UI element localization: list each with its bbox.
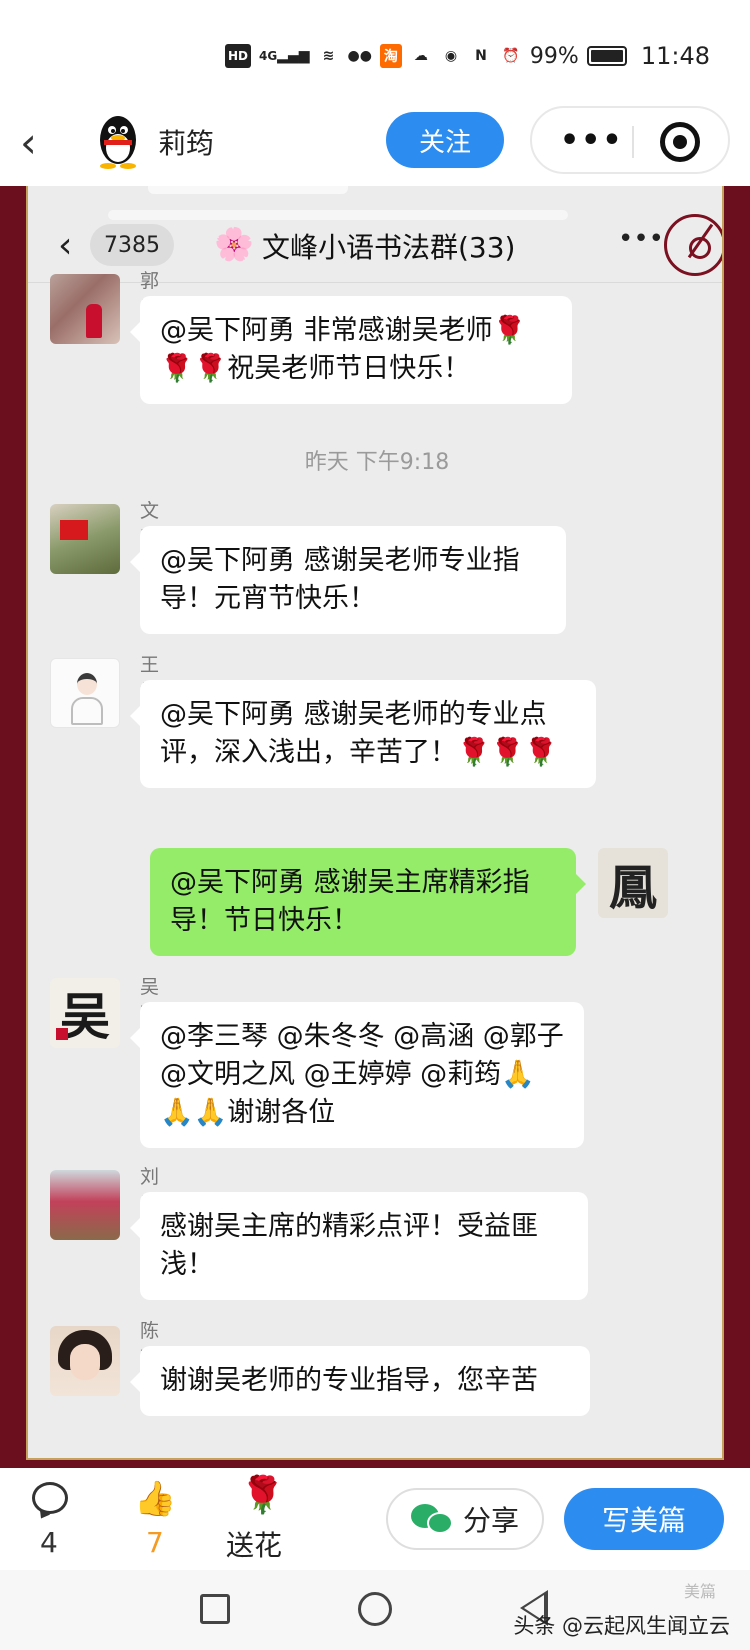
comment-count[interactable]: 4 bbox=[40, 1526, 58, 1559]
qq-penguin-avatar[interactable] bbox=[92, 110, 144, 170]
home-button[interactable] bbox=[358, 1592, 392, 1626]
recent-apps-button[interactable] bbox=[200, 1594, 230, 1624]
avatar: 吴 bbox=[50, 978, 120, 1048]
message-bubble: @吴下阿勇 非常感谢吴老师🌹🌹🌹祝吴老师节日快乐！ bbox=[130, 296, 572, 404]
wechat-bubble bbox=[426, 1512, 453, 1534]
avatar-face bbox=[70, 1344, 100, 1380]
group-title: 文峰小语书法群(33) bbox=[262, 231, 516, 264]
wifi-icon: ≋ bbox=[322, 48, 335, 64]
write-article-button[interactable]: 写美篇 bbox=[564, 1488, 724, 1550]
avatar-head bbox=[77, 673, 97, 695]
clock: 11:48 bbox=[640, 42, 710, 70]
back-button[interactable]: ‹ bbox=[20, 118, 60, 168]
avatar bbox=[50, 1326, 120, 1396]
eye-icon: ◉ bbox=[444, 48, 458, 64]
share-button[interactable]: 分享 bbox=[386, 1488, 544, 1550]
send-flower-button[interactable]: 送花 bbox=[226, 1524, 282, 1564]
message-bubble: @吴下阿勇 感谢吴主席精彩指导！节日快乐！ bbox=[150, 848, 586, 956]
status-icons: HD 4G ▂▄▆ ≋ ●● 淘 ☁ ◉ N ⏰ 99% 11:48 bbox=[224, 36, 710, 76]
wechat-icon bbox=[410, 1502, 455, 1536]
avatar bbox=[50, 1170, 120, 1240]
nfc-icon: N bbox=[475, 48, 487, 64]
battery-icon bbox=[586, 46, 627, 66]
system-nav-bar: 美篇 头条 @云起风生闻立云 bbox=[0, 1570, 750, 1650]
avatar-body bbox=[71, 697, 103, 725]
cherry-blossom-icon: 🌸 bbox=[214, 225, 254, 263]
article-image-frame: ‹ 7385 🌸 文峰小语书法群(33) ••• 郭春霞 @吴下阿勇 非常感谢吴… bbox=[0, 186, 750, 1468]
cloud-icon: ☁ bbox=[413, 48, 428, 64]
alarm-icon: ⏰ bbox=[502, 48, 520, 64]
signal-icon: 4G ▂▄▆ bbox=[258, 48, 310, 64]
seal-stamp-icon bbox=[664, 214, 722, 276]
message-timestamp: 昨天 下午9:18 bbox=[304, 450, 450, 475]
chat-screenshot[interactable]: ‹ 7385 🌸 文峰小语书法群(33) ••• 郭春霞 @吴下阿勇 非常感谢吴… bbox=[26, 186, 724, 1460]
ghost-bubble bbox=[108, 210, 568, 220]
miniapp-capsule: ••• bbox=[530, 106, 730, 174]
author-name[interactable]: 莉筠 bbox=[158, 122, 214, 162]
message-bubble: 谢谢吴老师的专业指导，您辛苦 bbox=[130, 1346, 590, 1416]
rose-icon[interactable]: 🌹 bbox=[240, 1476, 285, 1516]
avatar bbox=[50, 504, 120, 574]
capsule-divider bbox=[632, 126, 634, 158]
comment-icon[interactable] bbox=[32, 1482, 68, 1514]
message-bubble: @李三琴 @朱冬冬 @高涵 @郭子 @文明之风 @王婷婷 @莉筠🙏🙏🙏谢谢各位 bbox=[130, 1002, 584, 1148]
message-bubble: @吴下阿勇 感谢吴老师的专业点评，深入浅出，辛苦了！🌹🌹🌹 bbox=[130, 680, 596, 788]
message-bubble: @吴下阿勇 感谢吴老师专业指导！元宵节快乐！ bbox=[130, 526, 566, 634]
status-bar: HD 4G ▂▄▆ ≋ ●● 淘 ☁ ◉ N ⏰ 99% 11:48 bbox=[0, 0, 750, 100]
avatar bbox=[50, 274, 120, 344]
meipian-logo: 美篇 bbox=[683, 1582, 716, 1601]
network-type: 4G bbox=[258, 49, 278, 63]
close-miniapp-icon[interactable] bbox=[660, 122, 700, 162]
avatar-figure bbox=[86, 304, 102, 338]
avatar: 鳳 bbox=[598, 848, 668, 918]
flag-icon bbox=[60, 520, 88, 540]
chat-back-icon: ‹ bbox=[58, 225, 73, 266]
hd-icon: HD bbox=[224, 44, 251, 68]
thumbs-up-icon[interactable]: 👍 bbox=[134, 1480, 176, 1518]
unread-count-badge: 7385 bbox=[90, 224, 174, 266]
article-header: ‹ 莉筠 关注 ••• bbox=[0, 100, 750, 190]
more-menu-button[interactable]: ••• bbox=[560, 126, 624, 156]
chat-header: ‹ 7385 🌸 文峰小语书法群(33) ••• bbox=[28, 186, 722, 282]
wechat-notification-icon: ●● bbox=[347, 48, 372, 64]
divider bbox=[28, 282, 722, 283]
toutiao-watermark: 头条 @云起风生闻立云 bbox=[513, 1614, 730, 1638]
ghost-bubble bbox=[148, 186, 348, 194]
article-action-bar: 4 👍 7 🌹 送花 分享 写美篇 bbox=[0, 1468, 750, 1570]
chat-more-icon: ••• bbox=[617, 224, 664, 254]
battery-percent: 99% bbox=[529, 43, 579, 69]
like-count[interactable]: 7 bbox=[146, 1526, 164, 1559]
share-label: 分享 bbox=[462, 1504, 519, 1537]
seal-icon bbox=[56, 1028, 68, 1040]
message-bubble: 感谢吴主席的精彩点评！受益匪浅！ bbox=[130, 1192, 588, 1300]
follow-button[interactable]: 关注 bbox=[386, 112, 504, 168]
taobao-icon: 淘 bbox=[379, 44, 402, 68]
battery-fill bbox=[590, 50, 623, 62]
avatar bbox=[50, 658, 120, 728]
